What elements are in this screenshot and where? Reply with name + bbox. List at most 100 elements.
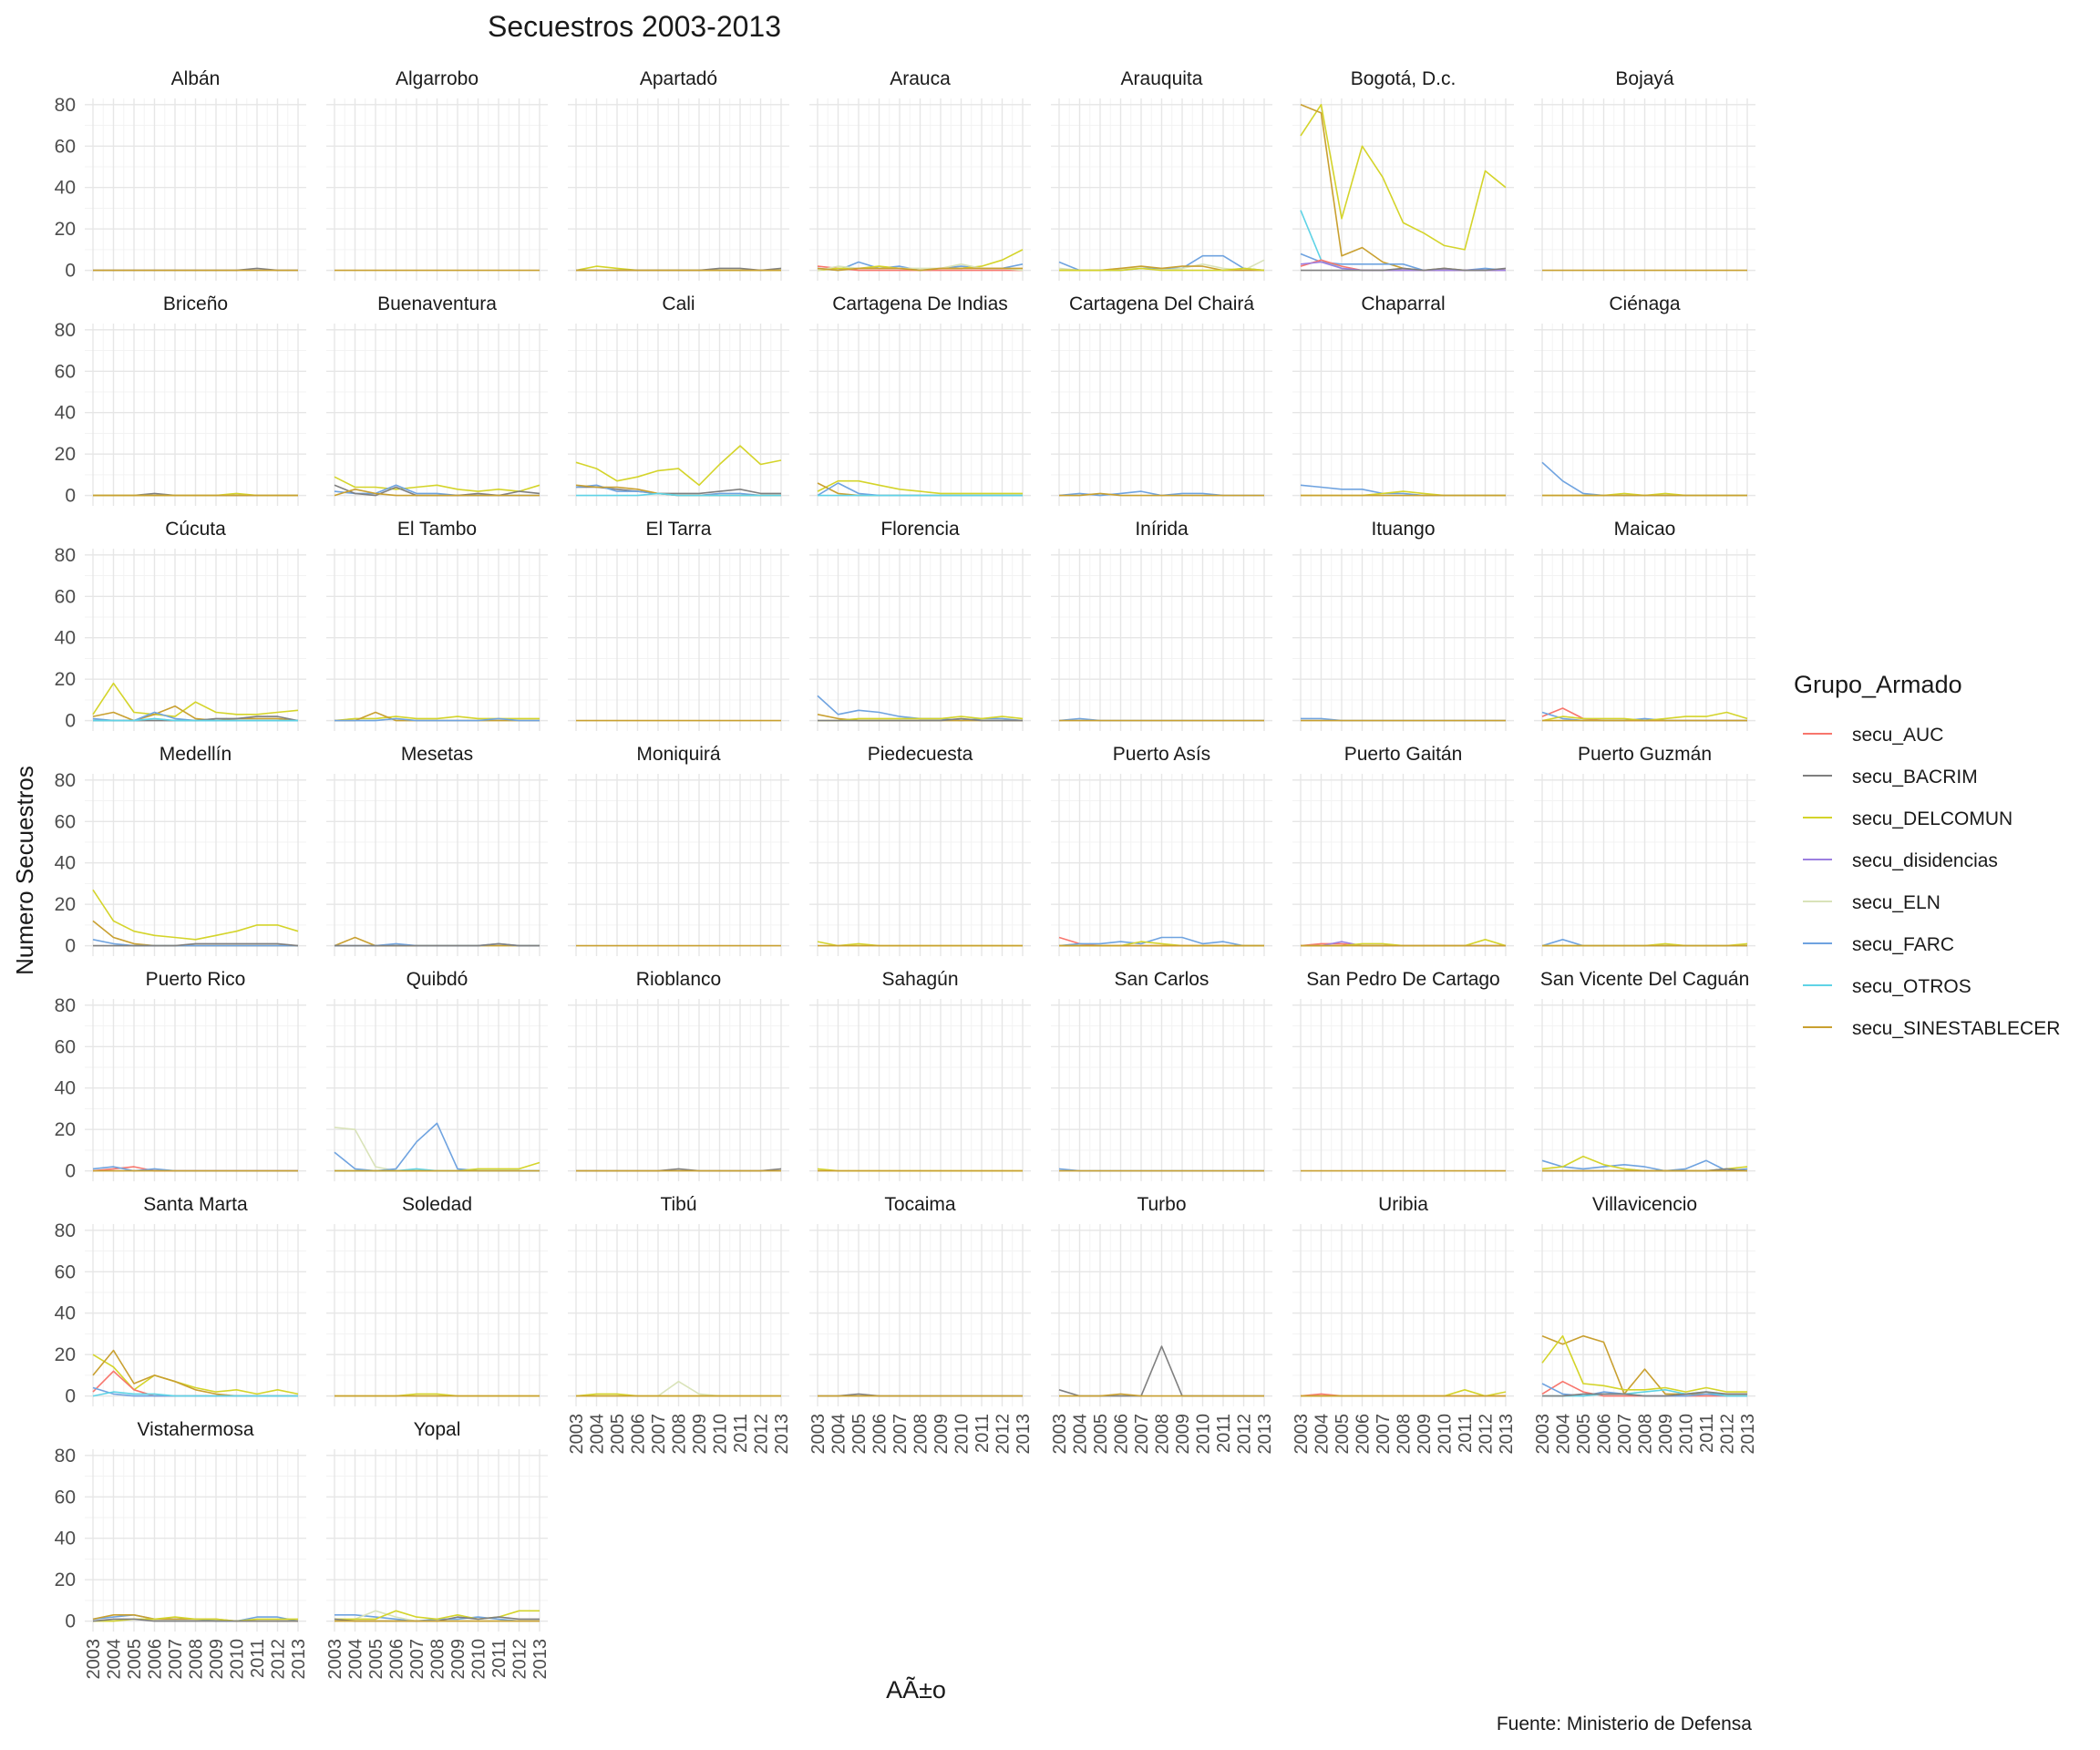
panel-title: Ciénaga xyxy=(1609,293,1681,314)
y-tick-label: 80 xyxy=(55,770,76,791)
x-tick-label: 2009 xyxy=(1173,1414,1193,1455)
x-tick-label: 2012 xyxy=(510,1639,530,1680)
y-tick-label: 60 xyxy=(55,586,76,607)
y-tick-label: 60 xyxy=(55,1261,76,1282)
x-axis-label: AÃ±o xyxy=(886,1675,946,1704)
x-tick-label: 2006 xyxy=(387,1639,407,1680)
panel-rioblanco: Rioblanco xyxy=(568,969,789,1181)
x-tick-label: 2003 xyxy=(84,1639,104,1680)
x-tick-label: 2011 xyxy=(1456,1414,1476,1453)
x-tick-label: 2006 xyxy=(870,1414,890,1455)
panel-soledad: Soledad xyxy=(326,1194,548,1406)
x-tick-label: 2005 xyxy=(608,1414,628,1455)
y-tick-label: 20 xyxy=(55,894,76,915)
x-tick-label: 2008 xyxy=(187,1639,207,1680)
x-tick-label: 2010 xyxy=(952,1414,973,1455)
x-tick-label: 2009 xyxy=(1415,1414,1435,1455)
y-tick-label: 80 xyxy=(55,545,76,566)
x-tick-label: 2008 xyxy=(670,1414,690,1455)
y-tick-label: 40 xyxy=(55,853,76,874)
x-tick-label: 2007 xyxy=(166,1639,186,1680)
panel-puerto-guzman: Puerto Guzmán xyxy=(1534,744,1755,956)
y-tick-label: 80 xyxy=(55,320,76,341)
x-tick-label: 2012 xyxy=(269,1639,289,1680)
y-tick-label: 0 xyxy=(65,261,76,282)
panel-title: Briceño xyxy=(163,293,228,314)
y-tick-label: 0 xyxy=(65,1611,76,1632)
x-tick-label: 2009 xyxy=(690,1414,710,1455)
y-tick-label: 40 xyxy=(55,628,76,649)
y-tick-label: 40 xyxy=(55,178,76,199)
panel-el-tarra: El Tarra xyxy=(568,519,789,731)
x-tick-label: 2007 xyxy=(649,1414,669,1455)
panel-title: San Pedro De Cartago xyxy=(1306,969,1499,990)
panel-title: Florencia xyxy=(880,519,960,540)
panel-maicao: Maicao xyxy=(1534,519,1755,731)
panel-title: Arauquita xyxy=(1121,68,1203,89)
x-tick-label: 2005 xyxy=(125,1639,145,1680)
y-tick-label: 20 xyxy=(55,1570,76,1590)
panel-bojaya: Bojayá xyxy=(1534,68,1755,281)
panel-title: Algarrobo xyxy=(396,68,479,89)
y-tick-label: 40 xyxy=(55,1529,76,1549)
x-tick-label: 2007 xyxy=(1132,1414,1152,1455)
panel-title: Cartagena De Indias xyxy=(832,293,1008,314)
legend-label: secu_AUC xyxy=(1852,725,1943,746)
x-tick-label: 2009 xyxy=(207,1639,227,1680)
y-tick-label: 20 xyxy=(55,1119,76,1140)
y-tick-label: 80 xyxy=(55,1446,76,1467)
panel-bogota-d-c: Bogotá, D.c. xyxy=(1292,68,1514,281)
panel-santa-marta: Santa Marta 0 20 40 60 80 xyxy=(55,1194,306,1407)
x-tick-label: 2010 xyxy=(228,1639,248,1680)
legend-label: secu_SINESTABLECER xyxy=(1852,1018,2060,1039)
panel-florencia: Florencia xyxy=(809,519,1031,731)
panel-san-pedro-de-cartago: San Pedro De Cartago xyxy=(1292,969,1514,1181)
legend-label: secu_ELN xyxy=(1852,892,1940,913)
y-tick-label: 0 xyxy=(65,711,76,732)
panel-cienaga: Ciénaga xyxy=(1534,293,1755,506)
panel-title: Piedecuesta xyxy=(868,744,973,765)
y-tick-label: 60 xyxy=(55,811,76,832)
x-tick-label: 2011 xyxy=(248,1639,268,1678)
panel-title: Yopal xyxy=(414,1419,461,1440)
legend-label: secu_FARC xyxy=(1852,934,1954,955)
x-tick-label: 2003 xyxy=(1292,1414,1312,1455)
panel-san-carlos: San Carlos xyxy=(1051,969,1272,1181)
x-tick-label: 2011 xyxy=(1214,1414,1234,1453)
legend-label: secu_BACRIM xyxy=(1852,767,1978,788)
panel-uribia: Uribia2003 2004 2005 2006 2007 2008 2009 2010 20… xyxy=(1292,1194,1517,1455)
panel-title: Villavicencio xyxy=(1592,1194,1697,1215)
x-tick-label: 2003 xyxy=(567,1414,587,1455)
panel-quibdo: Quibdó xyxy=(326,969,548,1181)
x-tick-label: 2006 xyxy=(1595,1414,1615,1455)
panel-title: Turbo xyxy=(1137,1194,1186,1215)
x-tick-label: 2013 xyxy=(530,1639,551,1680)
x-tick-label: 2008 xyxy=(1153,1414,1173,1455)
y-tick-label: 60 xyxy=(55,361,76,382)
x-tick-label: 2008 xyxy=(1395,1414,1415,1455)
panel-ituango: Ituango xyxy=(1292,519,1514,731)
y-tick-label: 40 xyxy=(55,403,76,424)
panel-turbo: Turbo2003 2004 2005 2006 2007 2008 2009 2010 201… xyxy=(1050,1194,1275,1455)
y-tick-label: 60 xyxy=(55,136,76,157)
panel-buenaventura: Buenaventura xyxy=(326,293,548,506)
legend-label: secu_DELCOMUN xyxy=(1852,808,2012,829)
x-tick-label: 2004 xyxy=(1554,1414,1574,1455)
x-tick-label: 2013 xyxy=(1014,1414,1034,1455)
chart-caption: Fuente: Ministerio de Defensa xyxy=(1497,1714,1752,1735)
panel-piedecuesta: Piedecuesta xyxy=(809,744,1031,956)
panel-moniquira: Moniquirá xyxy=(568,744,789,956)
panel-title: Cúcuta xyxy=(165,519,226,540)
x-tick-label: 2012 xyxy=(1477,1414,1497,1455)
panel-title: El Tambo xyxy=(397,519,477,540)
panel-vistahermosa: Vistahermosa0204060802003 2004 2005 2006 200… xyxy=(55,1419,309,1680)
x-tick-label: 2007 xyxy=(890,1414,911,1455)
x-tick-label: 2012 xyxy=(752,1414,772,1455)
x-tick-label: 2007 xyxy=(1374,1414,1394,1455)
x-tick-label: 2011 xyxy=(489,1639,510,1678)
x-tick-label: 2006 xyxy=(1112,1414,1132,1455)
y-tick-label: 40 xyxy=(55,1303,76,1324)
x-tick-label: 2011 xyxy=(731,1414,751,1453)
y-tick-label: 20 xyxy=(55,1344,76,1365)
x-tick-label: 2010 xyxy=(1194,1414,1214,1455)
